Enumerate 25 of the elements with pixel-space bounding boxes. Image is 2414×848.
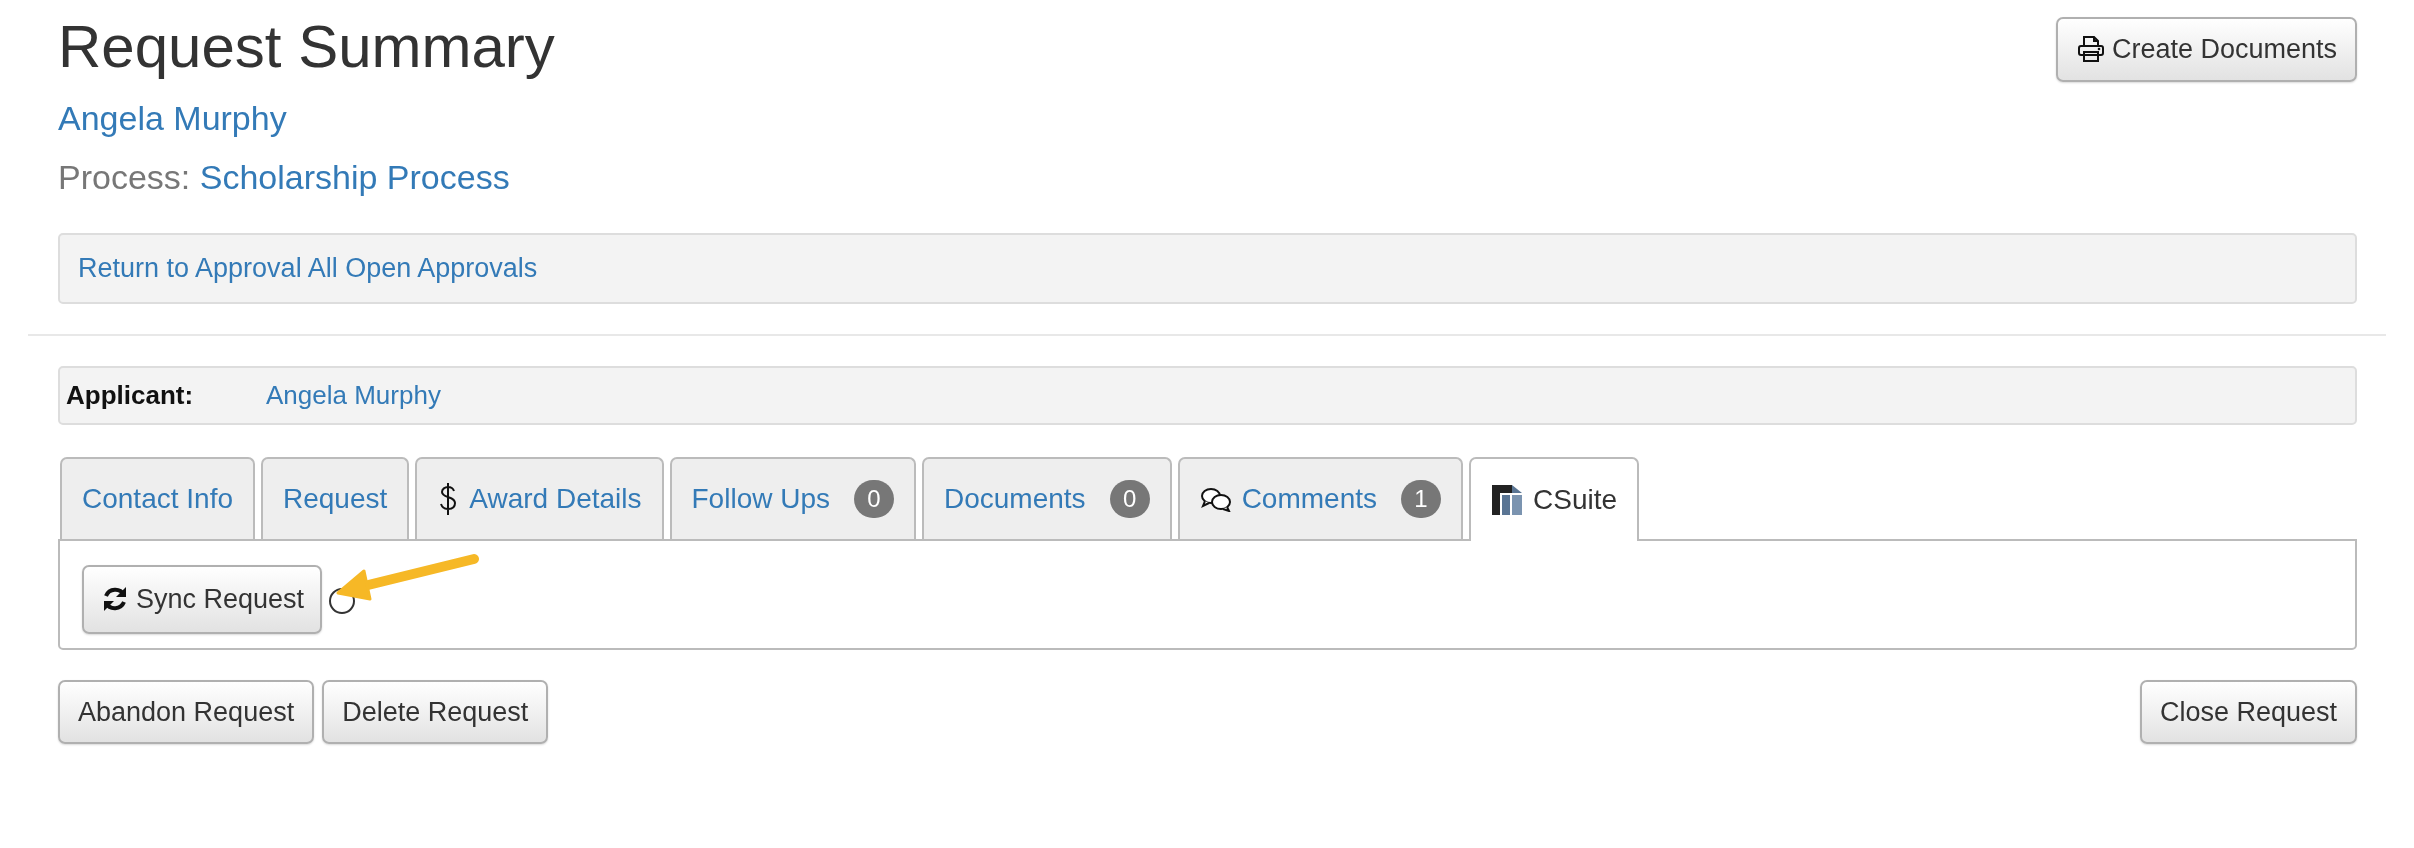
count-badge: 1 — [1401, 479, 1441, 518]
person-link[interactable]: Angela Murphy — [58, 98, 287, 137]
tab[interactable]: Documents 0 — [922, 456, 1172, 539]
count-badge: 0 — [854, 479, 894, 518]
footer-button[interactable]: Abandon Request — [58, 679, 315, 745]
tab[interactable]: Contact Info — [60, 456, 255, 539]
return-link[interactable]: Return to Approval All Open Approvals — [78, 253, 538, 284]
tab[interactable]: Request — [261, 456, 410, 539]
tab[interactable]: Follow Ups 0 — [669, 456, 916, 539]
logo-icon — [1491, 483, 1523, 516]
create-documents-button[interactable]: Create Documents — [2055, 17, 2357, 82]
applicant-link[interactable]: Angela Murphy — [266, 375, 441, 415]
tab[interactable]: CSuite — [1469, 456, 1640, 541]
printer-icon — [2075, 34, 2106, 65]
applicant-label: Applicant: — [66, 378, 195, 412]
footer-button[interactable]: Close Request — [2139, 679, 2357, 745]
tab[interactable]: Comments 1 — [1177, 456, 1463, 539]
tab[interactable]: Award Details — [415, 456, 664, 539]
count-badge: 0 — [1109, 479, 1150, 518]
process-link[interactable]: Scholarship Process — [199, 158, 510, 197]
chat-icon — [1199, 485, 1232, 512]
page-title: Request Summary — [58, 14, 555, 80]
sync-request-button[interactable]: Sync Request — [82, 565, 323, 634]
process-label: Process: — [58, 158, 191, 197]
footer-button[interactable]: Delete Request — [322, 679, 549, 745]
